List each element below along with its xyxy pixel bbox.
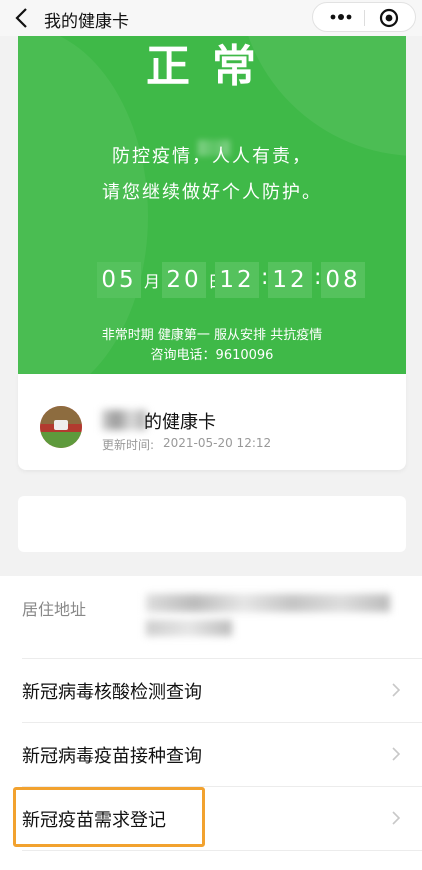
more-dots-icon[interactable]	[329, 12, 353, 22]
live-clock: 05 月 20 日 12 : 12 : 08	[18, 262, 406, 298]
hotline-text: 咨询电话：9610096	[150, 348, 274, 363]
mini-program-capsule	[312, 2, 416, 32]
chevron-right-icon	[392, 811, 401, 825]
chevron-right-icon	[392, 747, 401, 761]
clock-month: 05	[97, 262, 141, 298]
service-list: 居住地址 新冠病毒核酸检测查询 新冠病毒疫苗接种查询 新冠疫苗需求登记	[0, 576, 422, 870]
divider	[22, 850, 422, 851]
blurred-username	[102, 410, 146, 430]
nav-bar: 我的健康卡	[0, 0, 422, 36]
health-status-text: 正常	[146, 41, 278, 92]
clock-day: 20	[162, 262, 206, 298]
health-status-card: 正常 防控疫情，人人有责， 请您继续做好个人防护。 05 月 20 日 12 :…	[18, 36, 406, 374]
list-item-label: 新冠病毒疫苗接种查询	[22, 746, 202, 767]
blank-info-card	[18, 496, 406, 552]
list-item-nucleic-acid-query[interactable]: 新冠病毒核酸检测查询	[0, 658, 422, 722]
user-card: 的健康卡 更新时间: 2021-05-20 12:12	[18, 374, 406, 470]
chevron-right-icon	[392, 683, 401, 697]
notice-line-1: 防控疫情，人人有责，	[112, 146, 312, 167]
list-item-label: 新冠病毒核酸检测查询	[22, 682, 202, 703]
address-label: 居住地址	[22, 600, 87, 619]
blurred-address	[146, 620, 232, 636]
clock-month-unit: 月	[144, 272, 161, 291]
page-title: 我的健康卡	[44, 12, 129, 32]
clock-hour: 12	[215, 262, 259, 298]
avatar	[40, 406, 82, 448]
chevron-left-icon[interactable]	[12, 6, 34, 30]
notice-line-2: 请您继续做好个人防护。	[102, 182, 322, 203]
list-item-vaccine-query[interactable]: 新冠病毒疫苗接种查询	[0, 722, 422, 786]
blurred-address	[146, 594, 390, 612]
highlight-box	[13, 787, 205, 847]
update-time-label: 更新时间:	[102, 438, 155, 452]
clock-minute: 12	[268, 262, 312, 298]
target-close-icon[interactable]	[379, 8, 399, 28]
slogan-text: 非常时期 健康第一 服从安排 共抗疫情	[101, 328, 323, 343]
update-time-value: 2021-05-20 12:12	[163, 436, 272, 450]
clock-second: 08	[321, 262, 365, 298]
capsule-divider	[364, 10, 365, 26]
health-card-name: 的健康卡	[144, 412, 216, 433]
